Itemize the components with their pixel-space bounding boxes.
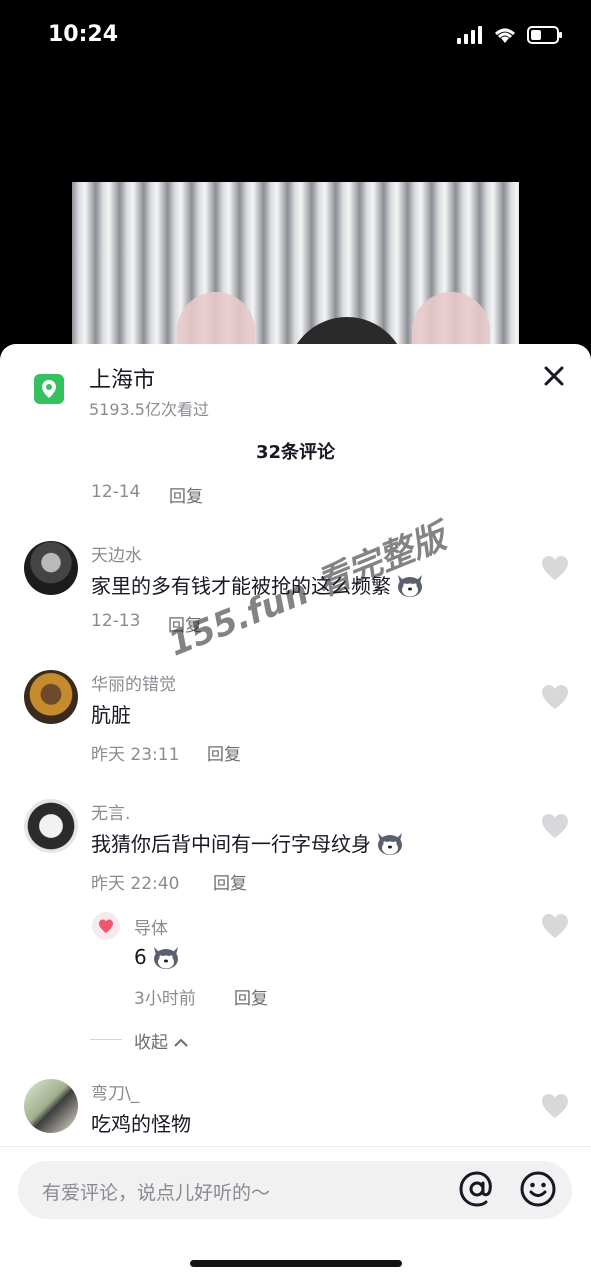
reply-button[interactable]: 回复 (234, 984, 268, 1009)
reply-button[interactable]: 回复 (169, 482, 203, 507)
signal-icon (457, 26, 482, 44)
comment-username[interactable]: 华丽的错觉 (91, 670, 176, 695)
input-divider (0, 1146, 591, 1147)
status-icons (457, 26, 563, 44)
comment-text: 肮脏 (91, 699, 131, 728)
comment-count: 32条评论 (255, 442, 336, 463)
heart-icon[interactable] (540, 1092, 570, 1120)
heart-icon[interactable] (540, 554, 570, 582)
wifi-icon (495, 28, 515, 43)
video-ear-left (177, 292, 255, 352)
reply-button[interactable]: 回复 (207, 740, 241, 765)
reply-date: 3小时前 (134, 989, 196, 1009)
comment-date: 12-14 (91, 482, 141, 502)
status-time: 10:24 (48, 22, 119, 47)
comment-date: 昨天 23:11 (91, 745, 180, 765)
avatar[interactable] (24, 541, 78, 595)
home-indicator (190, 1260, 402, 1267)
comment-text-content: 我猜你后背中间有一行字母纹身 (91, 832, 371, 856)
comment-text: 吃鸡的怪物 (91, 1108, 191, 1137)
collapse-label: 收起 (134, 1033, 168, 1053)
reply-text-content: 6 (134, 945, 147, 969)
avatar[interactable] (24, 1079, 78, 1133)
comment-sheet (0, 344, 591, 1280)
collapse-divider (90, 1039, 122, 1040)
chevron-up-icon (174, 1038, 189, 1047)
status-bar: 10:24 (0, 0, 591, 75)
husky-emoji-icon (378, 832, 402, 855)
reply-avatar-heart-icon[interactable] (92, 912, 120, 940)
comment-text-content: 肮脏 (91, 703, 131, 727)
comment-username[interactable]: 弯刀\_ (91, 1079, 139, 1104)
comment-date: 昨天 22:40 (91, 874, 180, 894)
video-preview[interactable] (72, 182, 519, 352)
video-ear-right (412, 292, 490, 352)
comment-username[interactable]: 天边水 (91, 541, 142, 566)
reply-button[interactable]: 回复 (213, 869, 247, 894)
heart-icon[interactable] (540, 683, 570, 711)
location-views: 5193.5亿次看过 (89, 400, 209, 419)
location-pin-icon (34, 374, 64, 404)
avatar[interactable] (24, 670, 78, 724)
reply-text: 6 (134, 943, 181, 971)
battery-icon (527, 26, 562, 44)
collapse-button[interactable]: 收起 (134, 1028, 189, 1053)
location-title[interactable]: 上海市 (89, 362, 155, 394)
at-icon[interactable] (458, 1170, 496, 1208)
husky-emoji-icon (153, 947, 178, 969)
comment-date: 12-13 (91, 611, 141, 631)
avatar[interactable] (24, 799, 78, 853)
heart-icon[interactable] (540, 912, 570, 940)
emoji-icon[interactable] (519, 1170, 557, 1208)
comment-input-placeholder: 有爱评论，说点儿好听的～ (42, 1182, 271, 1204)
comment-text-content: 吃鸡的怪物 (91, 1112, 191, 1136)
comment-text: 我猜你后背中间有一行字母纹身 (91, 828, 405, 857)
close-icon[interactable] (540, 362, 568, 390)
reply-username[interactable]: 导体 (134, 914, 168, 939)
heart-icon[interactable] (540, 812, 570, 840)
comment-username[interactable]: 无言. (91, 799, 130, 824)
